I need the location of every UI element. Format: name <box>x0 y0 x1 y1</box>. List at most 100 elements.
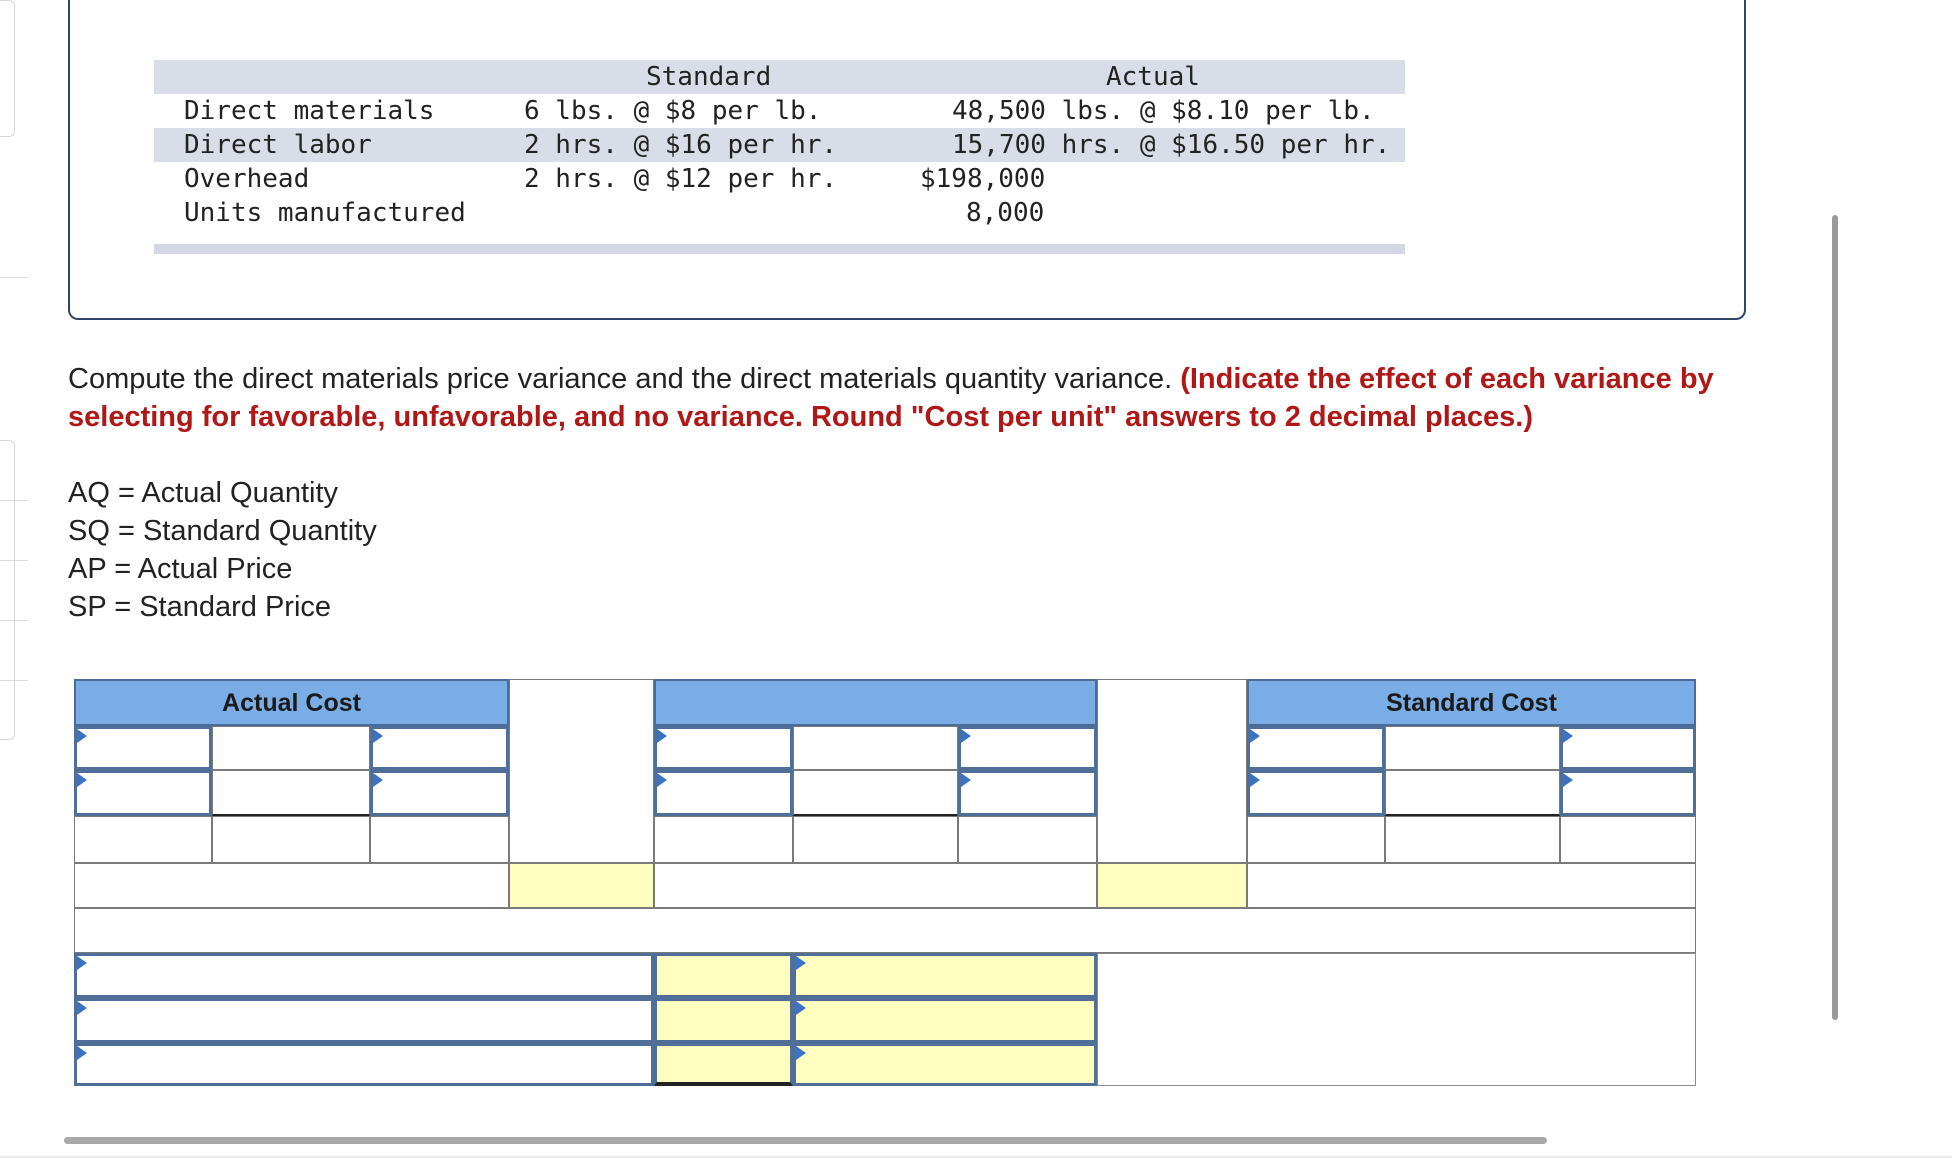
variance-amount-input[interactable] <box>654 953 793 998</box>
standard-qty-dropdown[interactable] <box>1247 726 1385 770</box>
horizontal-scrollbar[interactable] <box>64 1137 1547 1144</box>
vertical-scrollbar[interactable] <box>1832 215 1838 1020</box>
definition-sp: SP = Standard Price <box>68 591 332 623</box>
left-divider <box>0 620 28 621</box>
actual-value-input[interactable] <box>212 770 370 816</box>
header-standard: Standard <box>646 62 772 92</box>
middle-qty-dropdown[interactable] <box>654 770 793 816</box>
dropdown-marker-icon <box>77 729 87 743</box>
instructions-text: Compute the direct materials price varia… <box>68 360 1828 436</box>
row-actual: 8,000 <box>966 198 1045 228</box>
middle-value-input[interactable] <box>793 726 958 770</box>
actual-price-dropdown[interactable] <box>370 770 509 816</box>
grid-spacer <box>509 679 654 863</box>
variance-effect-dropdown[interactable] <box>793 998 1097 1043</box>
variance-label-cell <box>654 863 1097 908</box>
variance-type-dropdown[interactable] <box>74 1043 654 1086</box>
dropdown-marker-icon <box>77 1001 87 1015</box>
dropdown-marker-icon <box>1563 773 1573 787</box>
definition-sq: SQ = Standard Quantity <box>68 515 377 547</box>
row-label: Overhead <box>184 164 310 194</box>
row-standard: 2 hrs. @ $16 per hr. <box>524 130 838 160</box>
variance-type-dropdown[interactable] <box>74 953 654 998</box>
dropdown-marker-icon <box>796 1046 806 1060</box>
row-actual: 48,500 lbs. @ $8.10 per lb. <box>952 96 1375 126</box>
left-divider <box>0 680 28 681</box>
dropdown-marker-icon <box>657 773 667 787</box>
definition-aq: AQ = Actual Quantity <box>68 477 339 509</box>
standard-price-dropdown[interactable] <box>1560 770 1696 816</box>
grid-spacer-row <box>74 908 1696 953</box>
row-standard: 2 hrs. @ $12 per hr. <box>524 164 838 194</box>
dropdown-marker-icon <box>961 729 971 743</box>
abbreviation-definitions: AQ = Actual Quantity SQ = Standard Quant… <box>68 474 377 626</box>
summary-empty-area <box>1097 953 1696 1086</box>
middle-total-cell[interactable] <box>793 816 958 863</box>
variance-label-cell <box>1247 863 1696 908</box>
middle-qty-dropdown[interactable] <box>654 726 793 770</box>
standard-cost-header: Standard Cost <box>1247 679 1696 726</box>
grid-spacer <box>1097 679 1247 863</box>
dropdown-marker-icon <box>1250 729 1260 743</box>
dropdown-marker-icon <box>961 773 971 787</box>
actual-cost-header: Actual Cost <box>74 679 509 726</box>
middle-price-dropdown[interactable] <box>958 770 1097 816</box>
standard-qty-dropdown[interactable] <box>1247 770 1385 816</box>
variance-type-dropdown[interactable] <box>74 998 654 1043</box>
row-actual: 15,700 hrs. @ $16.50 per hr. <box>952 130 1391 160</box>
left-divider <box>0 277 28 278</box>
actual-price-dropdown[interactable] <box>370 726 509 770</box>
dropdown-marker-icon <box>373 773 383 787</box>
variance-label-cell <box>74 863 509 908</box>
variance-amount-input[interactable] <box>654 998 793 1043</box>
variance-amount-input[interactable] <box>654 1043 793 1086</box>
dropdown-marker-icon <box>796 956 806 970</box>
actual-total-cell[interactable] <box>370 816 509 863</box>
dropdown-marker-icon <box>657 729 667 743</box>
dropdown-marker-icon <box>77 956 87 970</box>
dropdown-marker-icon <box>1563 729 1573 743</box>
middle-price-dropdown[interactable] <box>958 726 1097 770</box>
row-label: Direct materials <box>184 96 435 126</box>
standard-value-input[interactable] <box>1385 770 1560 816</box>
header-actual: Actual <box>1106 62 1200 92</box>
variance-effect-dropdown[interactable] <box>793 953 1097 998</box>
table-row: Units manufactured 8,000 <box>154 196 1405 230</box>
row-standard: 6 lbs. @ $8 per lb. <box>524 96 822 126</box>
left-panel-edge <box>0 0 15 137</box>
row-label: Units manufactured <box>184 198 466 228</box>
dropdown-marker-icon <box>796 1001 806 1015</box>
actual-qty-dropdown[interactable] <box>74 726 212 770</box>
dropdown-marker-icon <box>77 773 87 787</box>
row-label: Direct labor <box>184 130 372 160</box>
actual-total-cell[interactable] <box>74 816 212 863</box>
middle-total-cell[interactable] <box>958 816 1097 863</box>
price-variance-cell[interactable] <box>509 863 654 908</box>
variance-effect-dropdown[interactable] <box>793 1043 1097 1086</box>
table-row: Overhead 2 hrs. @ $12 per hr. $198,000 <box>154 162 1405 196</box>
table-header-row: Standard Actual <box>154 60 1405 94</box>
dropdown-marker-icon <box>1250 773 1260 787</box>
actual-qty-dropdown[interactable] <box>74 770 212 816</box>
middle-header <box>654 679 1097 726</box>
standard-price-dropdown[interactable] <box>1560 726 1696 770</box>
quantity-variance-cell[interactable] <box>1097 863 1247 908</box>
table-bottom-rule <box>154 244 1405 254</box>
standard-total-cell[interactable] <box>1560 816 1696 863</box>
actual-total-cell[interactable] <box>212 816 370 863</box>
table-row: Direct materials 6 lbs. @ $8 per lb. 48,… <box>154 94 1405 128</box>
middle-value-input[interactable] <box>793 770 958 816</box>
standard-total-cell[interactable] <box>1385 816 1560 863</box>
table-row: Direct labor 2 hrs. @ $16 per hr. 15,700… <box>154 128 1405 162</box>
standard-value-input[interactable] <box>1385 726 1560 770</box>
left-divider <box>0 560 28 561</box>
instructions-plain: Compute the direct materials price varia… <box>68 363 1181 395</box>
left-panel-edge <box>0 440 15 740</box>
actual-value-input[interactable] <box>212 726 370 770</box>
row-actual: $198,000 <box>920 164 1046 194</box>
middle-total-cell[interactable] <box>654 816 793 863</box>
standard-total-cell[interactable] <box>1247 816 1385 863</box>
left-divider <box>0 500 28 501</box>
variance-grid: Actual Cost Standard Cost <box>74 679 1696 1086</box>
dropdown-marker-icon <box>373 729 383 743</box>
